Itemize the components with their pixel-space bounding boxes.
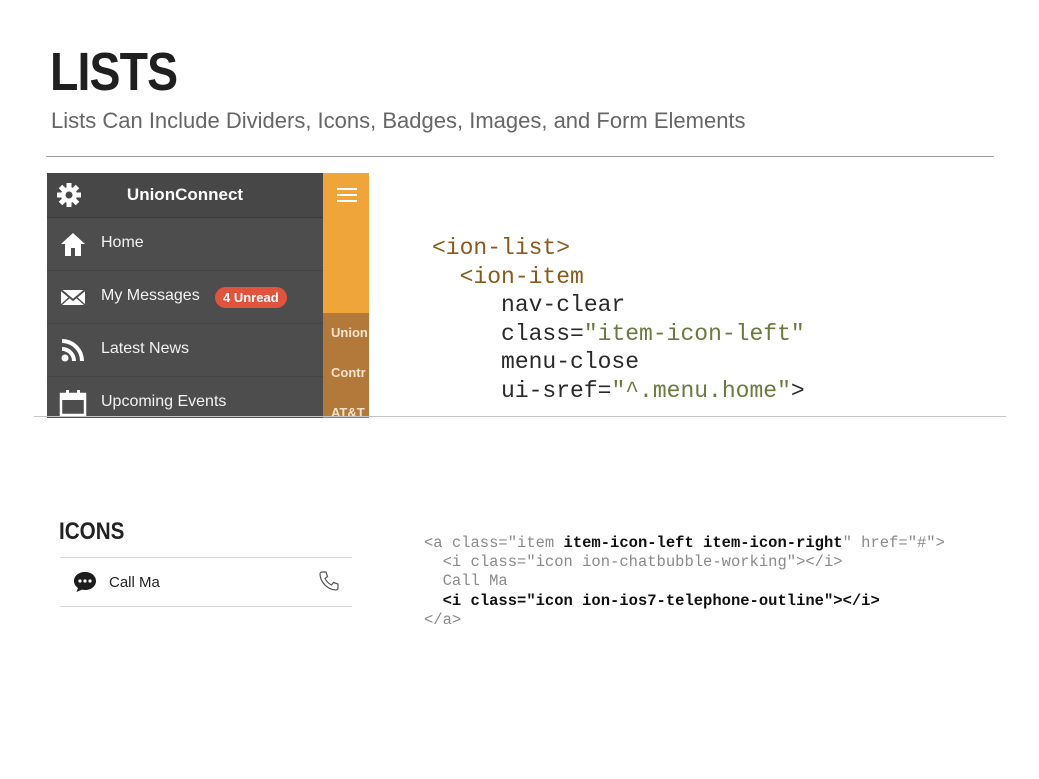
- app-screenshot: UnionConnect Home My Messages 4 Unread L…: [47, 173, 369, 418]
- menu-header: UnionConnect: [47, 173, 323, 218]
- code-token: <ion-list>: [432, 235, 571, 261]
- code-token: item-icon-left item-icon-right: [563, 534, 843, 552]
- code-token: <a class="item: [424, 534, 564, 552]
- page-title: LISTS: [50, 42, 178, 102]
- rss-icon: [61, 339, 84, 362]
- page-subtitle: Lists Can Include Dividers, Icons, Badge…: [51, 108, 746, 133]
- app-title: UnionConnect: [126, 185, 244, 204]
- code-token: menu-close: [501, 349, 640, 375]
- list-item-label: Call Ma: [109, 574, 160, 591]
- list-item-call[interactable]: Call Ma: [60, 557, 352, 607]
- menu-item-home[interactable]: Home: [47, 218, 323, 271]
- list-item[interactable]: Union: [331, 325, 368, 340]
- list-item[interactable]: Contr: [331, 365, 366, 380]
- code-token: "item-icon-left": [583, 320, 805, 347]
- code-token: >: [790, 377, 805, 404]
- menu-item-label: Latest News: [101, 340, 190, 357]
- code-token: ui-sref=: [501, 377, 612, 404]
- code-token: <i class="icon ion-chatbubble-working"><…: [442, 553, 843, 572]
- code-block-ion-list: <ion-list> <ion-item nav-clear class="it…: [432, 234, 805, 405]
- envelope-icon: [60, 289, 86, 306]
- hamburger-menu-icon[interactable]: [337, 187, 357, 203]
- telephone-outline-icon[interactable]: [318, 570, 340, 592]
- code-token: nav-clear: [501, 292, 626, 318]
- main-content-peek: Union Contr AT&T: [323, 173, 369, 418]
- mid-divider: [34, 416, 1006, 417]
- code-token: " href="#">: [842, 534, 945, 552]
- side-menu: UnionConnect Home My Messages 4 Unread L…: [47, 173, 323, 418]
- code-token: class=: [501, 320, 584, 347]
- calendar-icon: [59, 390, 87, 417]
- home-icon: [61, 233, 85, 256]
- menu-item-label: My Messages: [101, 287, 200, 304]
- chatbubble-icon: [74, 572, 96, 592]
- code-block-icons: <a class="item item-icon-left item-icon-…: [424, 534, 945, 630]
- unread-badge: 4 Unread: [215, 287, 287, 308]
- menu-item-events[interactable]: Upcoming Events: [47, 377, 323, 418]
- code-token: <i class="icon ion-ios7-telephone-outlin…: [442, 591, 880, 610]
- code-token: Call Ma: [442, 572, 508, 591]
- code-token: "^.menu.home": [611, 377, 791, 404]
- menu-item-label: Upcoming Events: [101, 393, 227, 410]
- top-divider: [46, 156, 994, 157]
- code-token: </a>: [424, 610, 462, 629]
- icons-section-title: ICONS: [59, 518, 125, 545]
- code-token: <ion-item: [459, 263, 584, 290]
- content-list-peek: Union Contr AT&T: [323, 313, 369, 418]
- menu-item-news[interactable]: Latest News: [47, 324, 323, 377]
- menu-item-label: Home: [101, 234, 144, 251]
- menu-item-messages[interactable]: My Messages 4 Unread: [47, 271, 323, 324]
